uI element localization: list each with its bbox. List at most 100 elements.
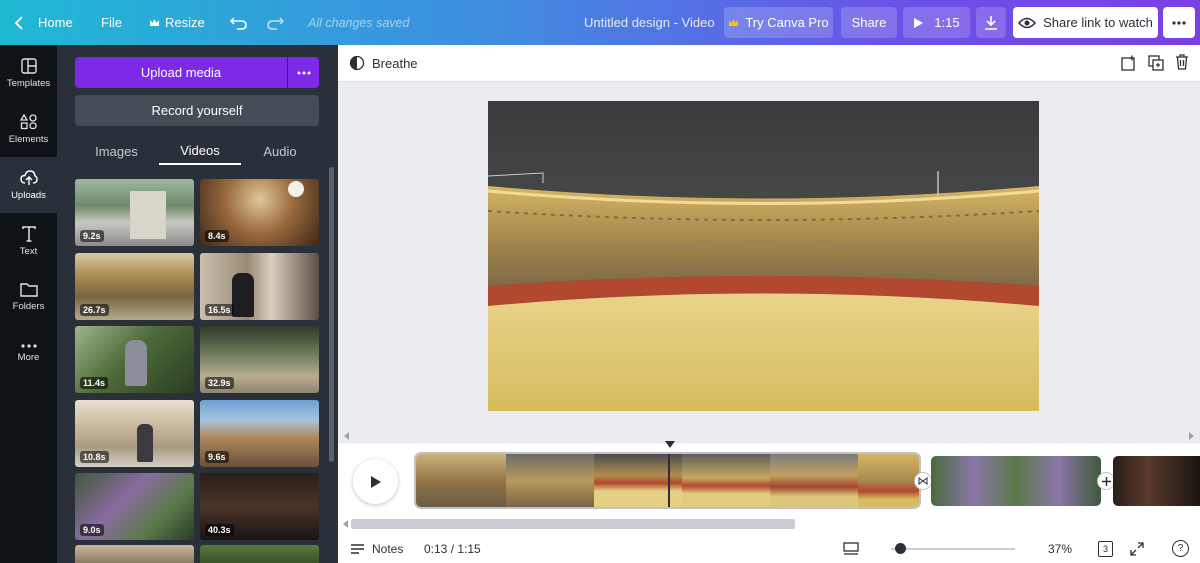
timeline-scrollbar[interactable] <box>351 519 795 529</box>
download-icon <box>985 16 997 30</box>
panel-scrollbar[interactable] <box>329 167 334 462</box>
left-rail: Templates Elements Uploads Text Folders … <box>0 45 57 563</box>
elements-icon <box>19 113 37 129</box>
timeline-play-button[interactable] <box>353 459 398 504</box>
undo-button[interactable] <box>230 0 248 45</box>
video-thumbnail[interactable]: 8.4s <box>200 179 319 246</box>
text-icon <box>21 225 36 242</box>
duration-label: 1:15 <box>934 15 960 30</box>
add-page-icon[interactable] <box>1121 55 1137 71</box>
play-preview-button[interactable]: 1:15 <box>903 7 970 38</box>
help-button[interactable]: ? <box>1172 540 1189 557</box>
uploads-panel: Upload media Record yourself Images Vide… <box>57 45 338 563</box>
delete-page-icon[interactable] <box>1175 54 1189 70</box>
redo-button[interactable] <box>266 0 284 45</box>
download-button[interactable] <box>976 7 1006 38</box>
share-button[interactable]: Share <box>841 7 897 38</box>
video-thumbnail[interactable]: 40.3s <box>200 473 319 540</box>
notes-button[interactable]: Notes <box>350 542 403 556</box>
timeline-clip[interactable] <box>1113 456 1200 506</box>
video-thumbnail[interactable]: 16.5s <box>200 253 319 320</box>
try-pro-label: Try Canva Pro <box>745 15 829 30</box>
rail-uploads[interactable]: Uploads <box>0 157 57 213</box>
tab-images[interactable]: Images <box>84 137 149 165</box>
rail-text[interactable]: Text <box>0 213 57 269</box>
more-dots-icon <box>1172 20 1186 25</box>
zoom-slider-thumb[interactable] <box>895 543 906 554</box>
timeline-scroll-left-icon[interactable] <box>343 520 348 528</box>
rail-elements[interactable]: Elements <box>0 101 57 157</box>
video-thumbnail[interactable]: 32.9s <box>200 326 319 393</box>
templates-icon <box>20 57 37 74</box>
home-button[interactable]: Home <box>14 0 73 45</box>
video-thumbnail[interactable] <box>200 545 319 563</box>
undo-icon <box>230 16 247 30</box>
timeline-clip-selected[interactable] <box>414 452 921 509</box>
video-duration: 10.8s <box>80 451 109 463</box>
zoom-slider[interactable] <box>891 543 1015 554</box>
bullring-scene <box>488 101 1039 411</box>
upload-options-button[interactable] <box>288 57 319 88</box>
rail-more[interactable]: More <box>0 325 57 381</box>
thumb-detail <box>288 181 304 197</box>
upload-media-button[interactable]: Upload media <box>75 57 287 88</box>
more-menu-button[interactable] <box>1163 7 1195 38</box>
rail-label: Folders <box>12 301 45 312</box>
video-thumbnail[interactable]: 9.6s <box>200 400 319 467</box>
video-thumbnail[interactable]: 9.0s <box>75 473 194 540</box>
playback-time: 0:13 / 1:15 <box>424 542 481 556</box>
resize-crown-icon <box>150 18 159 26</box>
timeline <box>338 440 1200 535</box>
timeline-clip[interactable] <box>931 456 1101 506</box>
canvas-scroll-left-icon[interactable] <box>344 432 350 440</box>
canvas-area <box>338 82 1200 442</box>
video-duration: 26.7s <box>80 304 109 316</box>
help-label: ? <box>1177 543 1184 554</box>
animation-button[interactable]: Breathe <box>349 55 418 71</box>
notes-label: Notes <box>372 542 404 556</box>
tab-videos[interactable]: Videos <box>159 137 241 165</box>
top-bar: Home File Resize All changes saved Untit… <box>0 0 1200 45</box>
rail-label: More <box>17 351 40 363</box>
video-duration: 8.4s <box>205 230 229 242</box>
video-thumbnail[interactable]: 10.8s <box>75 400 194 467</box>
fullscreen-icon[interactable] <box>1130 542 1144 556</box>
video-duration: 11.4s <box>80 377 109 389</box>
play-icon <box>914 17 924 28</box>
redo-icon <box>267 16 284 30</box>
canvas-scroll-right-icon[interactable] <box>1188 432 1194 440</box>
video-thumbnail[interactable] <box>75 545 194 563</box>
design-title[interactable]: Untitled design - Video <box>584 0 715 45</box>
file-menu[interactable]: File <box>101 0 122 45</box>
video-thumbnail[interactable]: 11.4s <box>75 326 194 393</box>
video-thumbnail[interactable]: 26.7s <box>75 253 194 320</box>
page-count-button[interactable]: 3 <box>1098 541 1113 557</box>
duplicate-page-icon[interactable] <box>1148 55 1164 71</box>
try-pro-button[interactable]: Try Canva Pro <box>724 7 833 38</box>
playhead-marker-icon[interactable] <box>664 440 676 449</box>
clip-frame <box>858 454 919 507</box>
video-page[interactable] <box>488 101 1039 411</box>
clip-frame <box>770 454 858 507</box>
playhead-line[interactable] <box>668 454 670 507</box>
play-icon <box>370 475 381 488</box>
video-duration: 9.2s <box>80 230 104 242</box>
tab-audio[interactable]: Audio <box>250 137 310 165</box>
plus-icon <box>1101 476 1111 486</box>
rail-folders[interactable]: Folders <box>0 269 57 325</box>
crown-icon <box>729 18 739 26</box>
zoom-level[interactable]: 37% <box>1048 542 1072 556</box>
record-yourself-button[interactable]: Record yourself <box>75 95 319 126</box>
timeline-view-icon[interactable] <box>843 542 859 556</box>
save-status: All changes saved <box>308 15 410 30</box>
resize-label: Resize <box>165 15 205 30</box>
resize-button[interactable]: Resize <box>149 0 205 45</box>
more-dots-icon <box>297 71 310 74</box>
share-link-button[interactable]: Share link to watch <box>1013 7 1158 38</box>
transition-button[interactable] <box>914 472 932 490</box>
rail-templates[interactable]: Templates <box>0 45 57 101</box>
folders-icon <box>19 283 38 297</box>
chevron-left-icon <box>14 15 23 30</box>
video-thumbnail[interactable]: 9.2s <box>75 179 194 246</box>
clip-frame <box>682 454 770 507</box>
